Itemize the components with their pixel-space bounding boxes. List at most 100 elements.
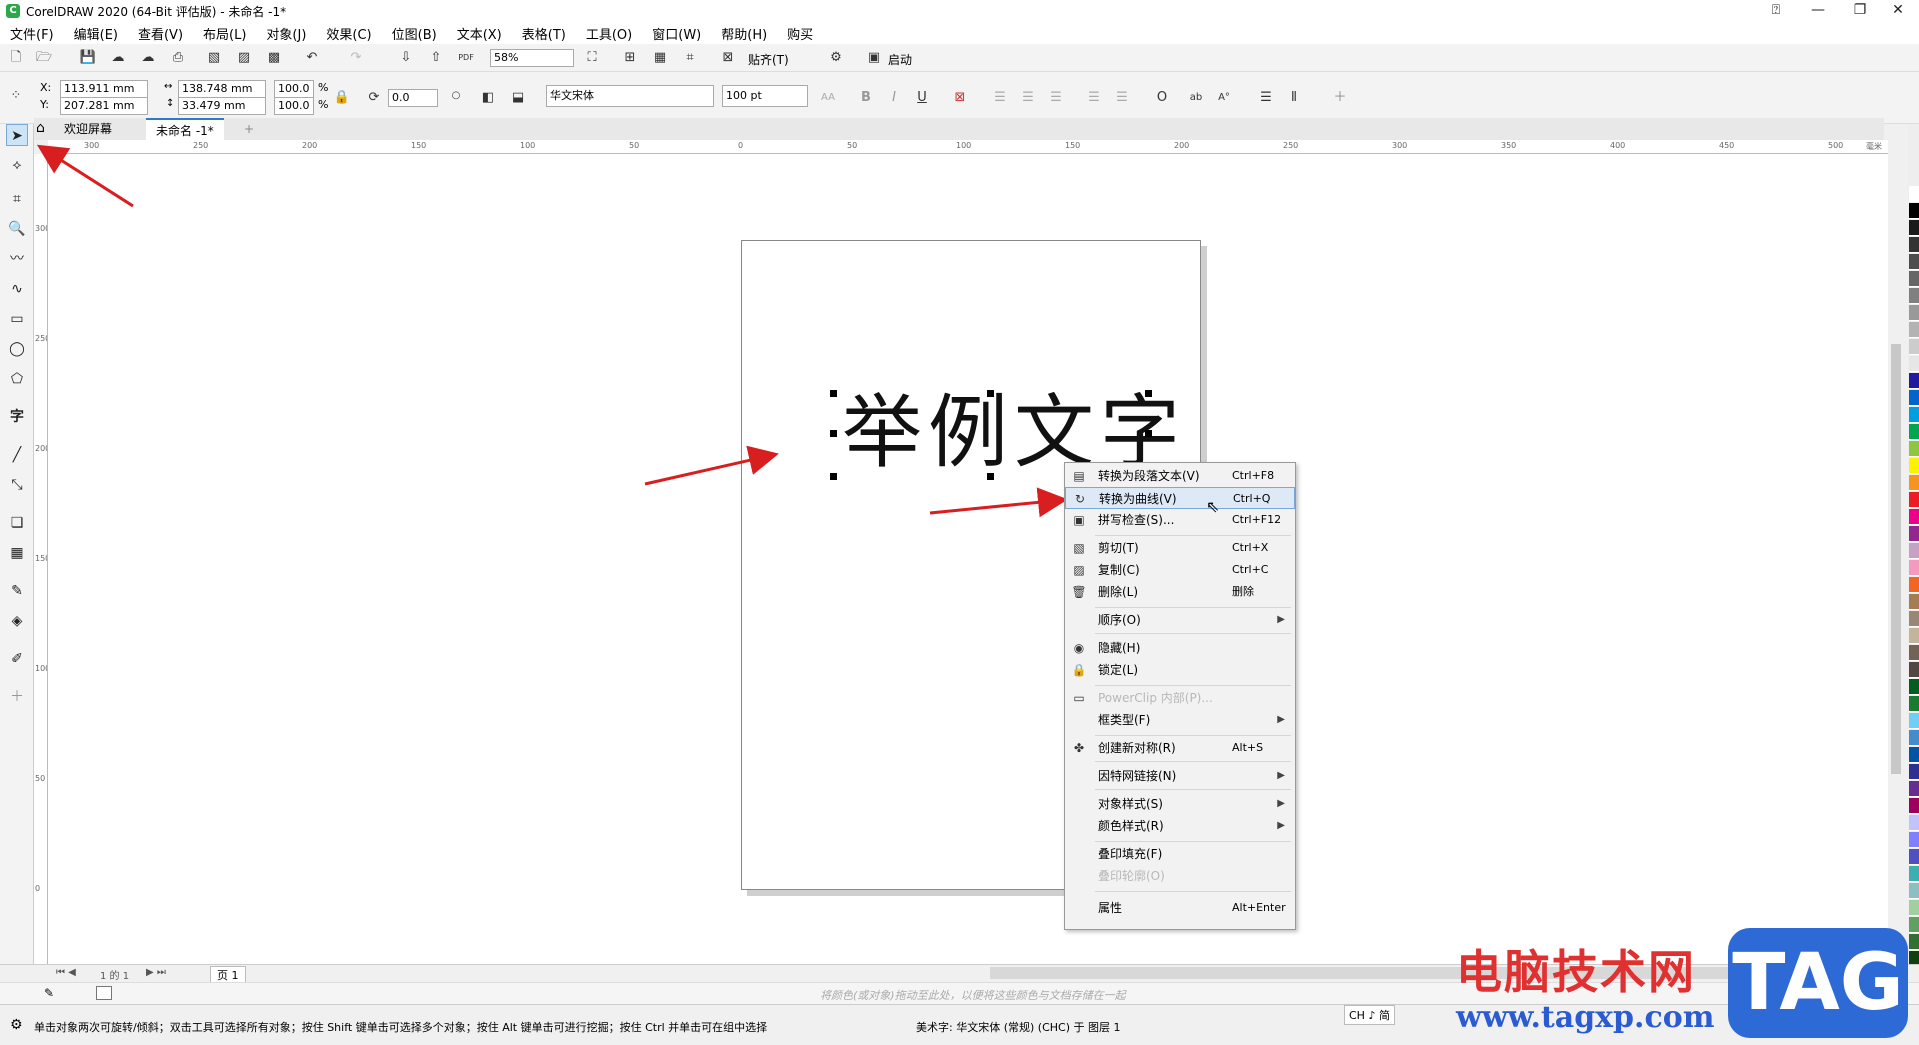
color-swatch[interactable] xyxy=(1909,900,1919,916)
menu-item-order[interactable]: 顺序(O) ▶ xyxy=(1065,609,1295,631)
annotation-arrows xyxy=(36,144,1068,518)
menu-item-label: 创建新对称(R) xyxy=(1098,741,1176,755)
palette-hint: 将颜色(或对象)拖动至此处，以便将这些颜色与文档存储在一起 xyxy=(820,989,1126,1002)
color-swatch[interactable] xyxy=(1909,339,1919,355)
spellcheck-icon: ▣ xyxy=(1073,513,1085,527)
color-swatch[interactable] xyxy=(1909,679,1919,695)
menu-item-color-styles[interactable]: 颜色样式(R) ▶ xyxy=(1065,815,1295,837)
watermark-text: 电脑技术网 xyxy=(1456,945,1696,999)
menu-item-label: 叠印填充(F) xyxy=(1098,847,1163,861)
color-swatch[interactable] xyxy=(1909,509,1919,525)
menu-separator xyxy=(1095,841,1291,842)
menu-item-overprint-outline: 叠印轮廓(O) xyxy=(1065,865,1295,887)
menu-item-shortcut: Alt+S xyxy=(1232,741,1264,754)
color-swatch[interactable] xyxy=(1909,815,1919,831)
menu-item-convert-paragraph[interactable]: ▤ 转换为段落文本(V) Ctrl+F8 xyxy=(1065,465,1295,487)
delete-icon: 🗑 xyxy=(1071,585,1087,599)
color-swatch[interactable] xyxy=(1909,781,1919,797)
color-swatch[interactable] xyxy=(1909,730,1919,746)
submenu-arrow-icon: ▶ xyxy=(1277,614,1285,625)
settings-gear-icon[interactable]: ⚙ xyxy=(10,1017,23,1033)
menu-item-label: 转换为曲线(V) xyxy=(1099,492,1177,506)
color-swatch[interactable] xyxy=(1909,458,1919,474)
mouse-cursor-icon: ⇖ xyxy=(1206,497,1220,516)
color-swatch[interactable] xyxy=(1909,407,1919,423)
color-swatch[interactable] xyxy=(1909,492,1919,508)
color-swatch[interactable] xyxy=(1909,934,1919,950)
color-swatch[interactable] xyxy=(1909,594,1919,610)
color-swatch[interactable] xyxy=(1909,288,1919,304)
color-swatch[interactable] xyxy=(1909,628,1919,644)
object-info: 美术字: 华文宋体 (常规) (CHC) 于 图层 1 xyxy=(916,1021,1121,1034)
color-swatch[interactable] xyxy=(1909,866,1919,882)
color-swatch[interactable] xyxy=(1909,305,1919,321)
powerclip-icon: ▭ xyxy=(1073,691,1085,705)
menu-item-new-symmetry[interactable]: ✤ 创建新对称(R) Alt+S xyxy=(1065,737,1295,759)
color-swatch[interactable] xyxy=(1909,611,1919,627)
scrollbar-thumb[interactable] xyxy=(1891,344,1901,774)
menu-item-label: 隐藏(H) xyxy=(1098,641,1141,655)
color-swatch[interactable] xyxy=(1909,849,1919,865)
menu-separator xyxy=(1095,789,1291,790)
menu-item-label: 删除(L) xyxy=(1098,585,1139,599)
menu-item-object-styles[interactable]: 对象样式(S) ▶ xyxy=(1065,793,1295,815)
color-swatch[interactable] xyxy=(1909,883,1919,899)
color-swatch[interactable] xyxy=(1909,577,1919,593)
menu-item-convert-to-curves[interactable]: ↻ 转换为曲线(V) Ctrl+Q xyxy=(1065,487,1295,509)
eyedropper-small-icon[interactable]: ✎ xyxy=(44,986,54,1000)
color-swatch[interactable] xyxy=(1909,798,1919,814)
menu-item-label: 颜色样式(R) xyxy=(1098,819,1164,833)
ime-indicator[interactable]: CH ♪ 简 xyxy=(1344,1005,1395,1025)
color-swatch[interactable] xyxy=(1909,237,1919,253)
menu-item-hide[interactable]: ◉ 隐藏(H) xyxy=(1065,637,1295,659)
color-swatch[interactable] xyxy=(1909,662,1919,678)
color-swatch[interactable] xyxy=(1909,747,1919,763)
page-nav-arrows-icon[interactable]: ⏮ ◀ xyxy=(56,967,76,978)
color-swatch[interactable] xyxy=(1909,832,1919,848)
color-swatch[interactable] xyxy=(1909,764,1919,780)
submenu-arrow-icon: ▶ xyxy=(1277,770,1285,781)
color-swatch[interactable] xyxy=(1909,254,1919,270)
color-swatch[interactable] xyxy=(1909,713,1919,729)
vertical-scrollbar[interactable] xyxy=(1888,154,1904,964)
color-swatch[interactable] xyxy=(1909,475,1919,491)
menu-item-shortcut: Ctrl+C xyxy=(1232,563,1269,576)
menu-item-label: 因特网链接(N) xyxy=(1098,769,1177,783)
color-swatch[interactable] xyxy=(1909,424,1919,440)
menu-item-copy[interactable]: ▨ 复制(C) Ctrl+C xyxy=(1065,559,1295,581)
no-fill-swatch[interactable] xyxy=(96,986,112,1000)
color-swatch[interactable] xyxy=(1909,356,1919,372)
color-swatch[interactable] xyxy=(1909,322,1919,338)
menu-item-spellcheck[interactable]: ▣ 拼写检查(S)... Ctrl+F12 xyxy=(1065,509,1295,531)
color-swatch[interactable] xyxy=(1909,220,1919,236)
color-swatch[interactable] xyxy=(1909,203,1919,219)
menu-separator xyxy=(1095,735,1291,736)
menu-item-properties[interactable]: 属性 Alt+Enter xyxy=(1065,897,1295,919)
color-palette xyxy=(1908,124,1919,1035)
color-swatch[interactable] xyxy=(1909,526,1919,542)
color-swatch[interactable] xyxy=(1909,441,1919,457)
color-swatch[interactable] xyxy=(1909,543,1919,559)
menu-item-label: 对象样式(S) xyxy=(1098,797,1163,811)
watermark-url: www.tagxp.com xyxy=(1456,1000,1715,1035)
color-swatch[interactable] xyxy=(1909,696,1919,712)
color-swatch[interactable] xyxy=(1909,186,1919,202)
color-swatch[interactable] xyxy=(1909,373,1919,389)
menu-separator xyxy=(1095,761,1291,762)
menu-item-label: PowerClip 内部(P)... xyxy=(1098,691,1213,705)
menu-item-delete[interactable]: 🗑 删除(L) 删除 xyxy=(1065,581,1295,603)
menu-item-lock[interactable]: 🔒 锁定(L) xyxy=(1065,659,1295,681)
color-swatch[interactable] xyxy=(1909,390,1919,406)
page-nav-next-icon[interactable]: ▶ ⏭ xyxy=(146,967,166,978)
color-swatch[interactable] xyxy=(1909,271,1919,287)
menu-item-label: 叠印轮廓(O) xyxy=(1098,869,1165,883)
menu-item-overprint-fill[interactable]: 叠印填充(F) xyxy=(1065,843,1295,865)
color-swatch[interactable] xyxy=(1909,917,1919,933)
menu-item-label: 属性 xyxy=(1098,901,1123,915)
status-hint: 单击对象两次可旋转/倾斜；双击工具可选择所有对象；按住 Shift 键单击可选择… xyxy=(34,1021,768,1034)
menu-item-frame-type[interactable]: 框类型(F) ▶ xyxy=(1065,709,1295,731)
menu-item-internet-link[interactable]: 因特网链接(N) ▶ xyxy=(1065,765,1295,787)
menu-item-cut[interactable]: ▧ 剪切(T) Ctrl+X xyxy=(1065,537,1295,559)
color-swatch[interactable] xyxy=(1909,645,1919,661)
color-swatch[interactable] xyxy=(1909,560,1919,576)
